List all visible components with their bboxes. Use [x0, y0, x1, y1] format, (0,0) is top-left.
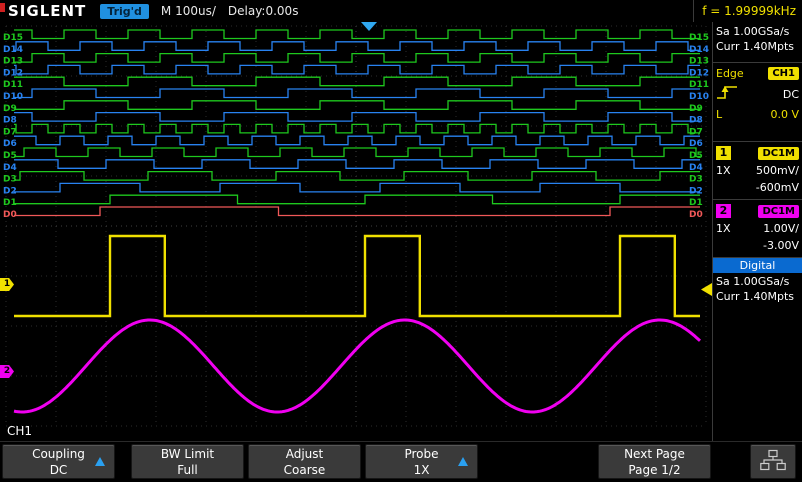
digital-channel-label: D1	[3, 198, 17, 208]
digital-channel-label: D3	[689, 175, 703, 185]
menu-button-value: Full	[132, 462, 243, 478]
ch1-index-badge: 1	[716, 146, 731, 160]
delay-readout: Delay:0.00s	[228, 4, 299, 18]
menu-button-value: Page 1/2	[599, 462, 710, 478]
d2-trace	[14, 183, 700, 192]
top-status-bar: SIGLENT Trig'd M 100us/ Delay:0.00s f = …	[0, 0, 802, 23]
d14-trace	[14, 42, 700, 51]
menu-button-next-page[interactable]: Next PagePage 1/2	[598, 444, 711, 479]
expand-arrow-icon	[458, 457, 468, 466]
trigger-status-badge: Trig'd	[100, 4, 149, 19]
d10-trace	[14, 89, 700, 98]
digital-channel-label: D6	[3, 139, 17, 149]
waveform-display: D15D15D14D14D13D13D12D12D11D11D10D10D9D9…	[0, 22, 712, 430]
trigger-type: Edge	[716, 67, 744, 80]
d15-trace	[14, 30, 700, 39]
digital-channel-label: D8	[689, 116, 703, 126]
digital-channel-label: D2	[3, 186, 17, 196]
ch2-offset: -3.00V	[763, 239, 799, 252]
digital-memory-depth: Curr 1.40Mpts	[713, 289, 802, 304]
menu-button-title: Adjust	[249, 446, 360, 462]
digital-channel-label: D13	[3, 57, 23, 67]
digital-channel-label: D0	[3, 210, 17, 220]
digital-channel-label: D15	[689, 33, 709, 43]
frequency-counter: f = 1.99999kHz	[693, 0, 802, 22]
active-menu-title: CH1	[7, 424, 32, 438]
d0-trace	[14, 207, 700, 216]
menu-button-probe[interactable]: Probe1X	[365, 444, 478, 479]
d11-trace	[14, 77, 700, 86]
digital-channel-label: D10	[689, 92, 709, 102]
ch1-scale: 500mV/	[756, 164, 799, 177]
d6-trace	[14, 136, 700, 145]
channel2-info[interactable]: 2 DC1M 1X 1.00V/ -3.00V	[713, 200, 802, 258]
digital-channel-label: D14	[3, 45, 23, 55]
trigger-level-label: L	[716, 108, 722, 121]
d9-trace	[14, 101, 700, 110]
channel1-info[interactable]: 1 DC1M 1X 500mV/ -600mV	[713, 142, 802, 200]
rising-edge-icon	[716, 84, 738, 104]
d1-trace	[14, 195, 700, 204]
acquisition-info: Sa 1.00GSa/s Curr 1.40Mpts	[713, 22, 802, 63]
menu-button-title: Next Page	[599, 446, 710, 462]
d4-trace	[14, 160, 700, 169]
network-icon-button[interactable]	[750, 444, 796, 479]
digital-channel-label: D11	[3, 80, 23, 90]
trigger-position-marker[interactable]	[361, 22, 377, 31]
ch1-atten: 1X	[716, 164, 731, 177]
digital-channel-label: D9	[689, 104, 703, 114]
sample-rate: Sa 1.00GSa/s	[713, 24, 802, 39]
ch1-offset: -600mV	[756, 181, 799, 194]
menu-button-title: BW Limit	[132, 446, 243, 462]
trigger-level-value: 0.0 V	[770, 108, 799, 121]
right-info-panel: Sa 1.00GSa/s Curr 1.40Mpts Edge CH1 DC L…	[712, 22, 802, 441]
d8-trace	[14, 113, 700, 122]
digital-sample-rate: Sa 1.00GSa/s	[713, 274, 802, 289]
ch2-atten: 1X	[716, 222, 731, 235]
trigger-source-badge[interactable]: CH1	[768, 67, 799, 80]
memory-depth: Curr 1.40Mpts	[713, 39, 802, 54]
trigger-info: Edge CH1 DC L 0.0 V	[713, 63, 802, 142]
d13-trace	[14, 54, 700, 63]
digital-info[interactable]: Digital Sa 1.00GSa/s Curr 1.40Mpts	[713, 258, 802, 441]
menu-button-coupling[interactable]: CouplingDC	[2, 444, 115, 479]
digital-header: Digital	[713, 258, 802, 273]
trigger-coupling: DC	[783, 88, 799, 101]
network-icon	[760, 449, 786, 475]
menu-button-value: Coarse	[249, 462, 360, 478]
d12-trace	[14, 65, 700, 74]
ch1-coupling-badge: DC1M	[758, 147, 799, 160]
menu-button-bw-limit[interactable]: BW LimitFull	[131, 444, 244, 479]
siglent-logo: SIGLENT	[8, 2, 86, 20]
ch2-index-badge: 2	[716, 204, 731, 218]
waveform-canvas: D15D15D14D14D13D13D12D12D11D11D10D10D9D9…	[0, 22, 712, 430]
digital-channel-label: D0	[689, 210, 703, 220]
digital-channel-label: D10	[3, 92, 23, 102]
expand-arrow-icon	[95, 457, 105, 466]
ch2-coupling-badge: DC1M	[758, 205, 799, 218]
d5-trace	[14, 148, 700, 157]
ch2-trace	[14, 320, 700, 412]
digital-channel-label: D3	[3, 175, 17, 185]
digital-channel-label: D4	[3, 163, 17, 173]
timebase-readout: M 100us/	[161, 4, 216, 18]
menu-button-adjust[interactable]: AdjustCoarse	[248, 444, 361, 479]
softkey-menu-bar: CouplingDCBW LimitFullAdjustCoarseProbe1…	[0, 441, 802, 482]
siglent-logo-accent	[0, 3, 5, 12]
ch2-scale: 1.00V/	[763, 222, 799, 235]
